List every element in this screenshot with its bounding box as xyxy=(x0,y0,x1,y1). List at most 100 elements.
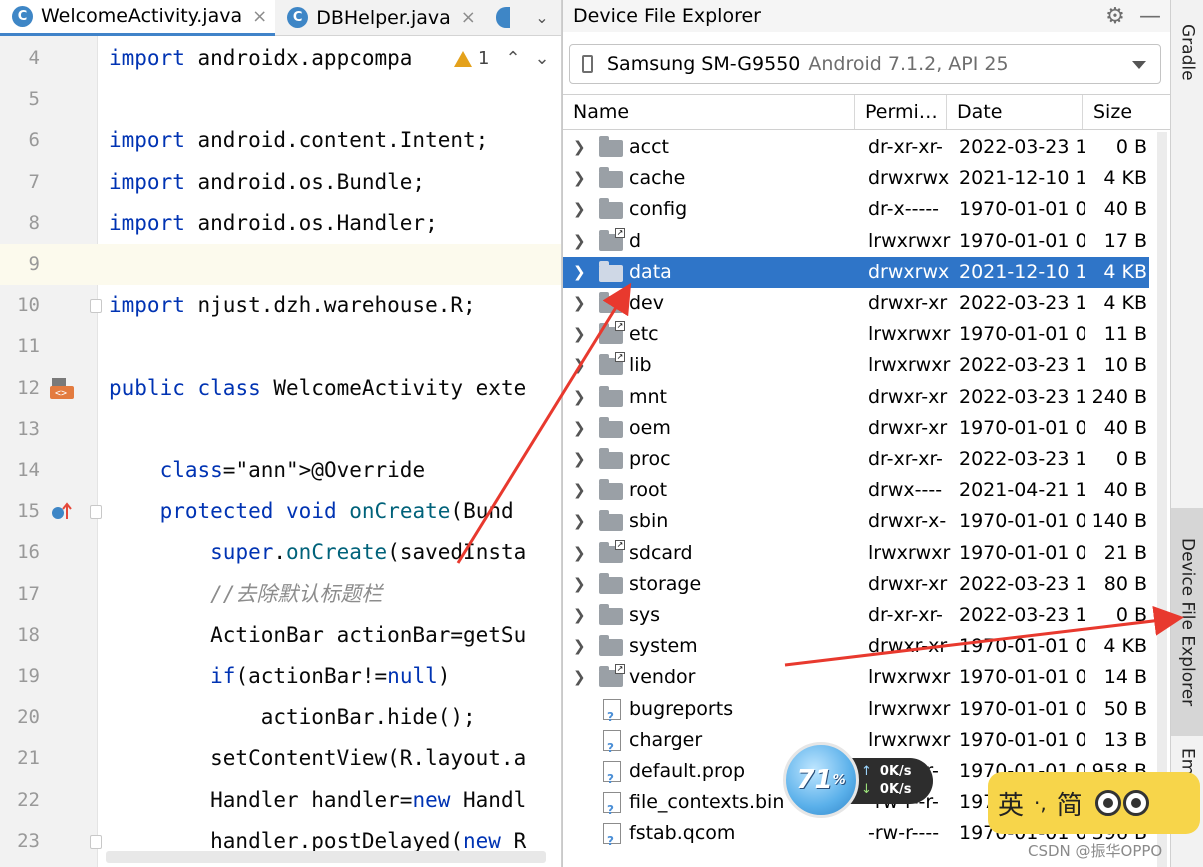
tab-device-file-explorer[interactable]: Device File Explorer xyxy=(1171,508,1203,736)
code-line[interactable]: 6 import android.content.Intent; xyxy=(0,120,561,161)
chevron-right-icon[interactable]: ❯ xyxy=(573,382,589,413)
folder-icon xyxy=(599,510,623,532)
file-row-bugreports[interactable]: bugreports lrwxrwxr 1970-01-01 0 50 B xyxy=(563,694,1149,733)
gear-icon[interactable]: ⚙ xyxy=(1100,4,1130,29)
file-row-etc[interactable]: ❯ ↗ etc lrwxrwxr 1970-01-01 0 11 B xyxy=(563,319,1149,350)
ime-mode[interactable]: 简 xyxy=(1057,785,1083,822)
code-line[interactable]: 15 protected void onCreate(Bund xyxy=(0,491,561,532)
input-method-toolbar[interactable]: 英 ·, 简 xyxy=(988,772,1200,834)
file-row-oem[interactable]: ❯ oem drwxr-xr 1970-01-01 0 40 B xyxy=(563,413,1149,444)
minimize-icon[interactable]: — xyxy=(1130,4,1170,29)
chevron-right-icon[interactable]: ❯ xyxy=(573,413,589,444)
file-row-sys[interactable]: ❯ sys dr-xr-xr- 2022-03-23 1 0 B xyxy=(563,600,1149,631)
vertical-scrollbar[interactable] xyxy=(1157,132,1167,867)
chevron-right-icon[interactable]: ❯ xyxy=(573,350,589,381)
code-line[interactable]: 13 xyxy=(0,409,561,450)
chevron-right-icon[interactable]: ❯ xyxy=(573,194,589,225)
code-line[interactable]: 12 public class WelcomeActivity exte <> xyxy=(0,368,561,409)
code-line[interactable]: 8 import android.os.Handler; xyxy=(0,203,561,244)
file-permissions: lrwxrwxr xyxy=(868,541,951,564)
chevron-right-icon[interactable]: ❯ xyxy=(573,506,589,537)
file-row-d[interactable]: ❯ ↗ d lrwxrwxr 1970-01-01 0 17 B xyxy=(563,226,1149,257)
file-row-acct[interactable]: ❯ acct dr-xr-xr- 2022-03-23 1 0 B xyxy=(563,132,1149,163)
chevron-right-icon[interactable]: ❯ xyxy=(573,600,589,631)
file-row-proc[interactable]: ❯ proc dr-xr-xr- 2022-03-23 1 0 B xyxy=(563,444,1149,475)
code-line[interactable]: 16 super.onCreate(savedInsta xyxy=(0,532,561,573)
code-line[interactable]: 7 import android.os.Bundle; xyxy=(0,162,561,203)
file-row-mnt[interactable]: ❯ mnt drwxr-xr 2022-03-23 1 240 B xyxy=(563,382,1149,413)
code-line[interactable]: 21 setContentView(R.layout.a xyxy=(0,738,561,779)
code-text: ActionBar actionBar=getSu xyxy=(109,622,527,647)
code-line[interactable]: 10 import njust.dzh.warehouse.R; xyxy=(0,285,561,326)
warning-icon xyxy=(454,50,472,67)
code-text: import android.os.Bundle; xyxy=(109,169,426,194)
chevron-right-icon[interactable]: ❯ xyxy=(573,444,589,475)
file-name: acct xyxy=(629,136,669,158)
file-size: 10 B xyxy=(1103,354,1147,377)
chevron-right-icon[interactable]: ❯ xyxy=(573,288,589,319)
chevron-right-icon[interactable]: ❯ xyxy=(573,226,589,257)
file-date: 1970-01-01 0 xyxy=(959,697,1085,720)
file-row-sdcard[interactable]: ❯ ↗ sdcard lrwxrwxr 1970-01-01 0 21 B xyxy=(563,538,1149,569)
close-icon[interactable]: × xyxy=(252,6,267,27)
chevron-right-icon[interactable]: ❯ xyxy=(573,475,589,506)
code-line[interactable]: 9 xyxy=(0,244,561,285)
ime-language[interactable]: 英 xyxy=(998,785,1024,822)
layout-file-icon[interactable]: <> xyxy=(50,377,74,400)
column-header-name[interactable]: Name xyxy=(563,95,855,129)
code-line[interactable]: 18 ActionBar actionBar=getSu xyxy=(0,615,561,656)
fold-marker-icon[interactable] xyxy=(90,299,102,314)
fold-marker-icon[interactable] xyxy=(90,834,102,849)
file-row-cache[interactable]: ❯ cache drwxrwx 2021-12-10 1 4 KB xyxy=(563,163,1149,194)
device-dropdown[interactable]: Samsung SM-G9550 Android 7.1.2, API 25 xyxy=(569,44,1161,84)
chevron-right-icon[interactable]: ❯ xyxy=(573,163,589,194)
line-number: 20 xyxy=(17,706,40,729)
code-line[interactable]: 22 Handler handler=new Handl xyxy=(0,780,561,821)
tab-welcome-activity[interactable]: C WelcomeActivity.java × xyxy=(0,0,276,36)
chevron-right-icon[interactable]: ❯ xyxy=(573,132,589,163)
fold-marker-icon[interactable] xyxy=(90,505,102,520)
tab-db-helper[interactable]: C DBHelper.java × xyxy=(275,0,484,36)
code-text: import njust.dzh.warehouse.R; xyxy=(109,293,476,318)
file-row-vendor[interactable]: ❯ ↗ vendor lrwxrwxr 1970-01-01 0 14 B xyxy=(563,662,1149,693)
file-row-dev[interactable]: ❯ dev drwxr-xr 2022-03-23 1 4 KB xyxy=(563,288,1149,319)
file-row-config[interactable]: ❯ config dr-x----- 1970-01-01 0 40 B xyxy=(563,194,1149,225)
horizontal-scrollbar[interactable] xyxy=(106,851,546,863)
column-header-date[interactable]: Date xyxy=(947,95,1083,129)
file-row-system[interactable]: ❯ system drwxr-xr 1970-01-01 0 4 KB xyxy=(563,631,1149,662)
chevron-right-icon[interactable]: ❯ xyxy=(573,569,589,600)
network-speed-widget[interactable]: ↑ 0K/s ↓ 0K/s 71% xyxy=(783,742,933,818)
code-line[interactable]: 20 actionBar.hide(); xyxy=(0,697,561,738)
column-header-size[interactable]: Size xyxy=(1083,95,1170,129)
file-date: 1970-01-01 0 xyxy=(959,728,1085,751)
chevron-up-down-icon[interactable]: ⌃⌄ xyxy=(505,48,561,69)
code-editor[interactable]: C WelcomeActivity.java × C DBHelper.java… xyxy=(0,0,562,867)
close-icon[interactable]: × xyxy=(461,7,476,28)
file-size: 13 B xyxy=(1103,728,1147,751)
file-row-lib[interactable]: ❯ ↗ lib lrwxrwxr 2022-03-23 1 10 B xyxy=(563,350,1149,381)
tab-overflow[interactable] xyxy=(484,0,522,36)
code-line[interactable]: 19 if(actionBar!=null) xyxy=(0,656,561,697)
chevron-right-icon[interactable]: ❯ xyxy=(573,631,589,662)
code-line[interactable]: 17 //去除默认标题栏 xyxy=(0,574,561,615)
chevron-right-icon[interactable]: ❯ xyxy=(573,538,589,569)
code-line[interactable]: 11 xyxy=(0,326,561,367)
tab-gradle[interactable]: Gradle xyxy=(1171,4,1203,100)
chevron-right-icon[interactable]: ❯ xyxy=(573,662,589,693)
chevron-right-icon[interactable]: ❯ xyxy=(573,257,589,288)
file-row-root[interactable]: ❯ root drwx---- 2021-04-21 1 40 B xyxy=(563,475,1149,506)
java-class-icon: C xyxy=(12,5,33,27)
file-name: root xyxy=(629,479,668,502)
file-row-storage[interactable]: ❯ storage drwxr-xr 2022-03-23 1 80 B xyxy=(563,569,1149,600)
file-row-sbin[interactable]: ❯ sbin drwxr-x- 1970-01-01 0 140 B xyxy=(563,506,1149,537)
ime-punctuation[interactable]: ·, xyxy=(1034,791,1047,815)
chevron-down-icon[interactable]: ⌄ xyxy=(522,0,561,36)
column-header-permissions[interactable]: Permi… xyxy=(855,95,947,129)
folder-link-icon: ↗ xyxy=(599,539,625,563)
chevron-right-icon[interactable]: ❯ xyxy=(573,319,589,350)
code-line[interactable]: 5 xyxy=(0,79,561,120)
file-row-data[interactable]: ❯ data drwxrwx 2021-12-10 1 4 KB xyxy=(563,256,1149,288)
override-method-icon[interactable] xyxy=(50,501,74,523)
code-line[interactable]: 14 class="ann">@Override xyxy=(0,450,561,491)
inspection-widget[interactable]: 1 ⌃⌄ xyxy=(450,46,561,71)
